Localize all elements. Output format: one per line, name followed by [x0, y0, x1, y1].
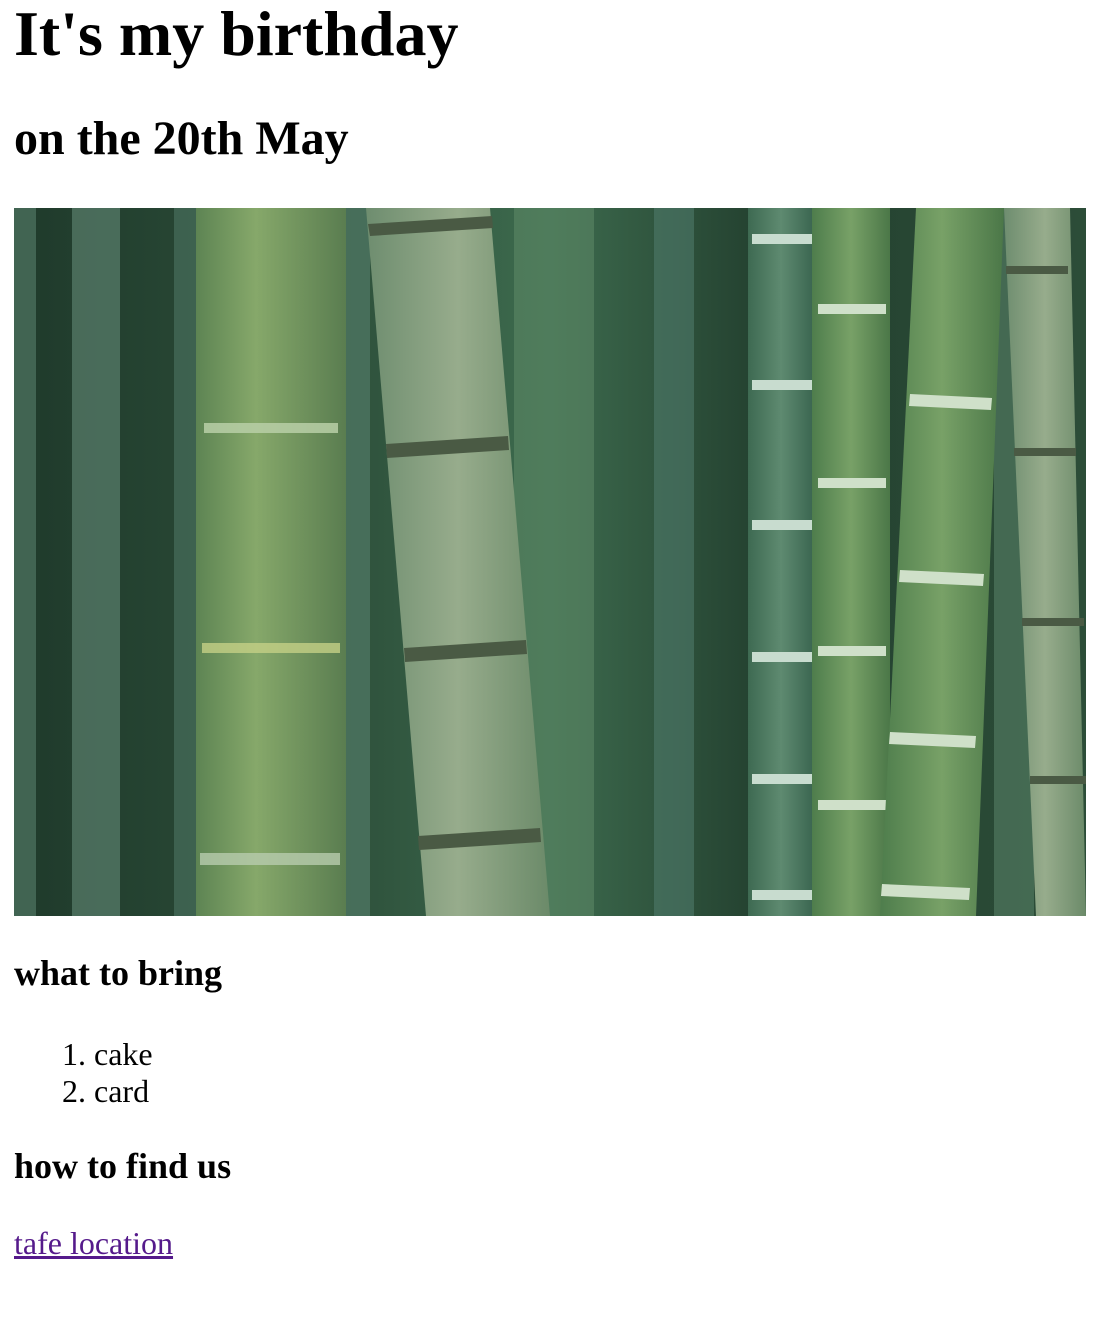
bamboo-photo-graphic: [14, 208, 1086, 916]
list-item: cake: [94, 1036, 153, 1073]
bamboo-photo: [14, 208, 1086, 916]
list-item: card: [94, 1073, 153, 1110]
bring-heading: what to bring: [14, 953, 223, 993]
bring-list: cake card: [14, 1036, 153, 1110]
location-link[interactable]: tafe location: [14, 1225, 173, 1261]
find-heading: how to find us: [14, 1146, 232, 1186]
page-subtitle: on the 20th May: [14, 112, 349, 165]
page-title: It's my birthday: [14, 0, 459, 69]
